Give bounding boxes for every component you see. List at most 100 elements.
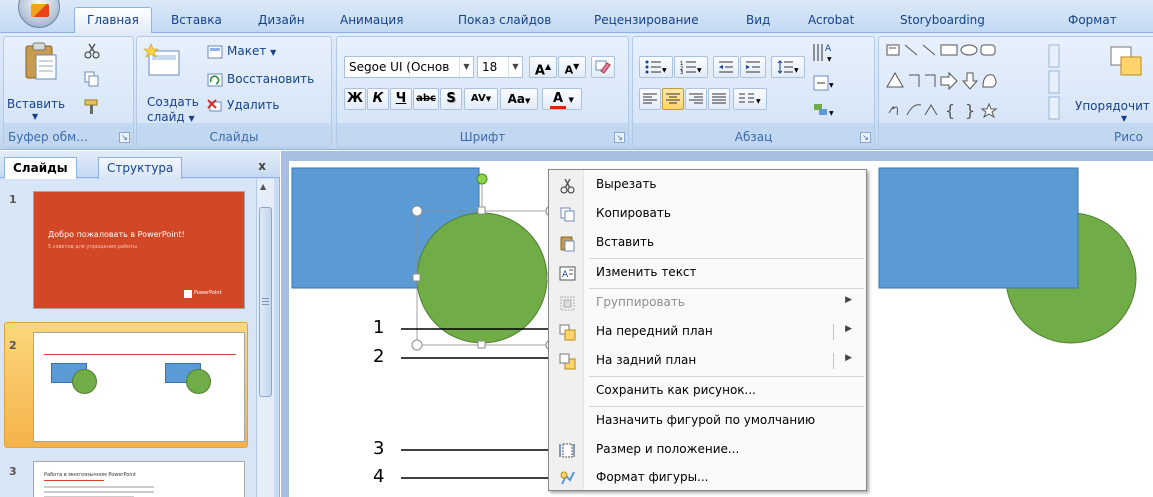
font-color-button[interactable]: A ▼	[542, 88, 582, 110]
arrange-dropdown-arrow[interactable]: ▼	[1121, 114, 1127, 123]
char-spacing-button[interactable]: AV▼	[464, 88, 498, 110]
scrollbar-thumb[interactable]	[259, 207, 272, 397]
menu-item-edit-text[interactable]: A Изменить текст	[549, 259, 866, 288]
menu-item-format-shape[interactable]: Формат фигуры...	[549, 464, 866, 493]
close-icon[interactable]: x	[258, 159, 266, 173]
strikethrough-button[interactable]: abc	[413, 88, 439, 110]
copy-icon[interactable]	[84, 71, 100, 87]
submenu-arrow-icon: ▶	[845, 295, 852, 305]
menu-item-cut[interactable]: Вырезать	[549, 171, 866, 200]
menu-item-bring-to-front[interactable]: На передний план ▶	[549, 318, 866, 347]
group-drawing: {} Упорядочит ▼ Рисо	[878, 36, 1153, 148]
new-slide-icon[interactable]	[143, 41, 183, 81]
tab-storyboarding[interactable]: Storyboarding	[900, 8, 985, 33]
resize-handle[interactable]	[477, 206, 486, 215]
tab-insert[interactable]: Вставка	[171, 8, 222, 33]
menu-item-set-default-shape[interactable]: Назначить фигурой по умолчанию	[549, 407, 866, 436]
shrink-font-button[interactable]: A▼	[558, 56, 586, 78]
clipboard-launcher-icon[interactable]: ↘	[119, 132, 130, 143]
slide-thumbnail-1[interactable]: Добро пожаловать в PowerPoint! 5 советов…	[33, 191, 245, 309]
tab-design[interactable]: Дизайн	[258, 8, 305, 33]
resize-handle[interactable]	[412, 273, 421, 282]
svg-text:3: 3	[680, 70, 683, 74]
tab-outline[interactable]: Структура	[98, 157, 183, 179]
thumbnails-scrollbar[interactable]: ▲	[256, 179, 274, 497]
submenu-arrow-icon[interactable]: ▶	[845, 324, 852, 334]
font-launcher-icon[interactable]: ↘	[614, 132, 625, 143]
line-spacing-button[interactable]: ▼	[771, 56, 805, 78]
arrange-icon[interactable]	[1107, 43, 1147, 81]
reset-button[interactable]: Восстановить	[227, 72, 314, 86]
tab-review[interactable]: Рецензирование	[594, 8, 699, 33]
tab-animation[interactable]: Анимация	[340, 8, 403, 33]
shadow-button[interactable]: S	[440, 88, 462, 110]
menu-item-send-to-back[interactable]: На задний план ▶	[549, 347, 866, 376]
tab-slideshow[interactable]: Показ слайдов	[458, 8, 551, 33]
paragraph-launcher-icon[interactable]: ↘	[860, 132, 871, 143]
group-font: Segoe UI (Основ ▼ 18 ▼ A▲ A▼ Ж К Ч abc S A…	[336, 36, 629, 148]
reset-icon[interactable]	[207, 73, 223, 87]
layout-button[interactable]: Макет ▼	[227, 44, 276, 58]
submenu-arrow-icon[interactable]: ▶	[845, 353, 852, 363]
chevron-down-icon[interactable]: ▼	[508, 57, 522, 77]
resize-handle[interactable]	[477, 340, 486, 349]
align-center-button[interactable]	[662, 88, 684, 110]
office-button[interactable]	[18, 0, 60, 28]
change-case-button[interactable]: Aa▼	[500, 88, 538, 110]
rotation-handle[interactable]	[476, 173, 488, 185]
tab-slides[interactable]: Слайды	[4, 157, 77, 179]
text-direction-icon[interactable]: A▼	[811, 41, 833, 71]
font-name-combo[interactable]: Segoe UI (Основ ▼	[344, 56, 474, 78]
new-slide-label-2[interactable]: слайд ▼	[147, 110, 195, 124]
layout-icon[interactable]	[207, 45, 223, 59]
align-right-icon	[689, 93, 703, 104]
resize-handle[interactable]	[411, 339, 423, 351]
paragraph-group-label: Абзац	[734, 130, 773, 144]
scroll-up-icon[interactable]: ▲	[260, 182, 266, 191]
rectangle-shape-2[interactable]	[878, 167, 1079, 289]
send-back-icon	[559, 353, 576, 370]
svg-text:▼: ▼	[794, 67, 799, 74]
chevron-down-icon[interactable]: ▼	[459, 57, 473, 77]
menu-item-save-as-picture[interactable]: Сохранить как рисунок...	[549, 377, 866, 406]
shapes-gallery-icon[interactable]: {}	[885, 43, 1063, 121]
tab-home[interactable]: Главная	[74, 7, 152, 34]
menu-item-size-position[interactable]: Размер и положение...	[549, 436, 866, 465]
slide-thumbnail-2[interactable]	[33, 332, 245, 442]
clear-format-button[interactable]	[591, 56, 615, 78]
menu-item-paste[interactable]: Вставить	[549, 229, 866, 258]
numbering-button[interactable]: 1 2 3 ▼	[674, 56, 708, 78]
clear-format-icon	[595, 60, 611, 74]
justify-button[interactable]	[708, 88, 730, 110]
menu-item-copy[interactable]: Копировать	[549, 200, 866, 229]
align-left-button[interactable]	[639, 88, 661, 110]
paste-dropdown-arrow[interactable]: ▼	[32, 112, 38, 121]
bullets-button[interactable]: ▼	[639, 56, 673, 78]
decrease-indent-button[interactable]	[713, 56, 739, 78]
align-text-icon[interactable]: ▼	[813, 75, 835, 93]
grow-font-button[interactable]: A▲	[529, 56, 557, 78]
arrange-label[interactable]: Упорядочит	[1075, 99, 1150, 113]
new-slide-label[interactable]: Создать	[147, 95, 199, 109]
bold-button[interactable]: Ж	[344, 88, 366, 110]
tab-acrobat[interactable]: Acrobat	[808, 8, 854, 33]
font-size-combo[interactable]: 18 ▼	[477, 56, 523, 78]
tab-view[interactable]: Вид	[746, 8, 770, 33]
resize-handle[interactable]	[411, 205, 423, 217]
columns-button[interactable]: ▼	[733, 88, 767, 110]
cut-icon[interactable]	[84, 43, 100, 59]
paste-large-icon[interactable]	[21, 41, 59, 81]
align-right-button[interactable]	[685, 88, 707, 110]
tab-format[interactable]: Формат	[1068, 8, 1117, 33]
format-painter-icon[interactable]	[84, 99, 100, 115]
delete-slide-icon[interactable]	[207, 99, 223, 113]
increase-indent-button[interactable]	[740, 56, 766, 78]
menu-item-group[interactable]: Группировать ▶	[549, 289, 866, 318]
circle-shape[interactable]	[416, 212, 548, 344]
delete-slide-button[interactable]: Удалить	[227, 98, 280, 112]
paste-button-label[interactable]: Вставить	[7, 97, 65, 111]
slide-thumbnail-3[interactable]: Работа в многоязычном PowerPoint	[33, 461, 245, 497]
smartart-icon[interactable]: ▼	[813, 101, 835, 119]
italic-button[interactable]: К	[367, 88, 389, 110]
underline-button[interactable]: Ч	[390, 88, 412, 110]
